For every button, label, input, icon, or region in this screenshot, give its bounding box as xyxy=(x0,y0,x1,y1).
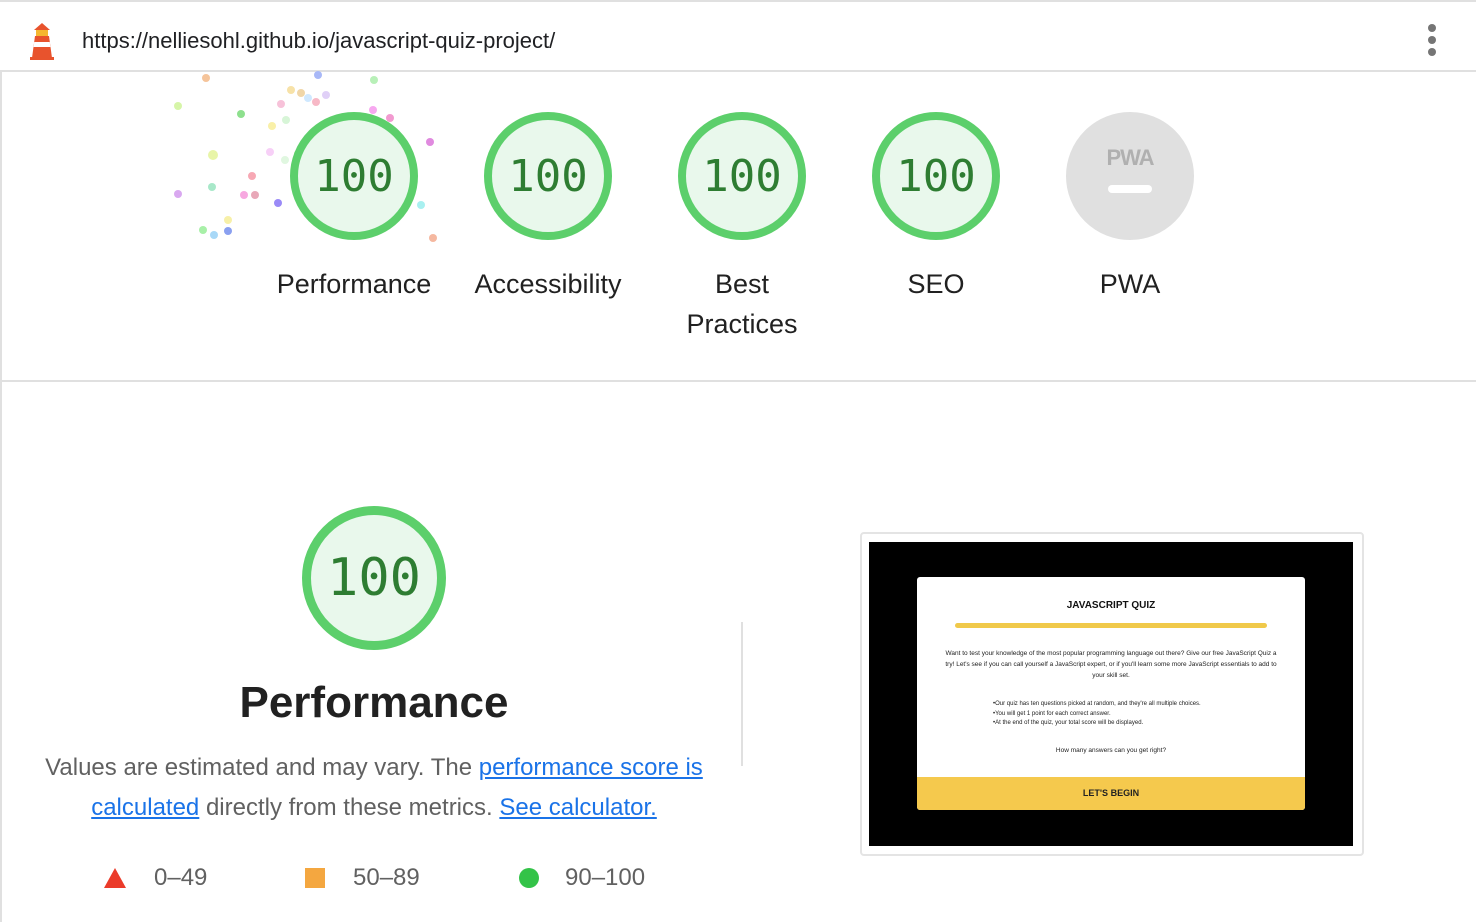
gauge-pwa[interactable]: PWA PWA xyxy=(1045,112,1215,304)
quiz-intro: Want to test your knowledge of the most … xyxy=(945,650,1277,679)
pwa-dash-icon xyxy=(1108,185,1152,193)
lets-begin-button: LET'S BEGIN xyxy=(917,777,1305,810)
gauge-seo[interactable]: 100 SEO xyxy=(851,112,1021,304)
gauge-ring: 100 xyxy=(872,112,1000,240)
legend-range: 50–89 xyxy=(353,864,420,891)
gauge-score: 100 xyxy=(314,150,394,202)
performance-big-score: 100 xyxy=(327,548,421,608)
pwa-badge-text: PWA xyxy=(1106,145,1154,170)
section-divider xyxy=(741,622,743,766)
gauge-label: Best Practices xyxy=(657,264,827,344)
legend-range: 0–49 xyxy=(154,864,208,891)
legend-item-pass: 90–100 xyxy=(519,864,645,892)
gauge-label: SEO xyxy=(907,269,965,299)
gauge-score: 100 xyxy=(702,150,782,202)
gauge-ring: 100 xyxy=(290,112,418,240)
gauge-label-line: Best xyxy=(714,269,770,299)
description-text: directly from these metrics. xyxy=(199,794,500,821)
report-url: https://nelliesohl.github.io/javascript-… xyxy=(82,28,556,53)
quiz-card: JAVASCRIPT QUIZ Want to test your knowle… xyxy=(917,577,1305,810)
pwa-badge-icon: PWA xyxy=(1066,112,1194,240)
list-item: You will get 1 point for each correct an… xyxy=(993,710,1273,720)
more-vert-icon[interactable] xyxy=(1424,24,1440,60)
gauge-accessibility[interactable]: 100 Accessibility xyxy=(463,112,633,304)
lighthouse-icon xyxy=(30,23,54,60)
report-topbar: https://nelliesohl.github.io/javascript-… xyxy=(0,0,1476,72)
list-item: At the end of the quiz, your total score… xyxy=(993,719,1273,729)
gauge-label: Accessibility xyxy=(474,269,622,299)
performance-title: Performance xyxy=(239,678,509,727)
average-square-icon xyxy=(305,868,325,888)
gauge-label: Performance xyxy=(276,269,432,299)
quiz-question: How many answers can you get right? xyxy=(1055,747,1167,754)
pass-circle-icon xyxy=(519,868,539,888)
quiz-title: JAVASCRIPT QUIZ xyxy=(1066,600,1156,611)
gauge-label: PWA xyxy=(1099,269,1161,299)
quiz-rules-list: Our quiz has ten questions picked at ran… xyxy=(993,700,1273,729)
gauge-ring: 100 xyxy=(678,112,806,240)
legend-item-average: 50–89 xyxy=(305,864,420,892)
list-item: Our quiz has ten questions picked at ran… xyxy=(993,700,1273,710)
fail-triangle-icon xyxy=(104,868,126,888)
performance-description: Values are estimated and may vary. The p… xyxy=(40,748,708,828)
performance-big-gauge: 100 xyxy=(302,506,446,650)
gauge-performance[interactable]: 100 Performance xyxy=(269,112,439,304)
description-text: Values are estimated and may vary. The xyxy=(45,754,479,781)
legend-item-fail: 0–49 xyxy=(104,864,207,892)
legend-range: 90–100 xyxy=(565,864,646,891)
gauge-ring: 100 xyxy=(484,112,612,240)
gauge-score: 100 xyxy=(508,150,588,202)
see-calculator-link[interactable]: See calculator. xyxy=(499,794,656,821)
gauge-label-line: Practices xyxy=(686,309,798,339)
gauge-score: 100 xyxy=(896,150,976,202)
gauge-best-practices[interactable]: 100 Best Practices xyxy=(657,112,827,344)
quiz-title-underline xyxy=(955,623,1267,628)
